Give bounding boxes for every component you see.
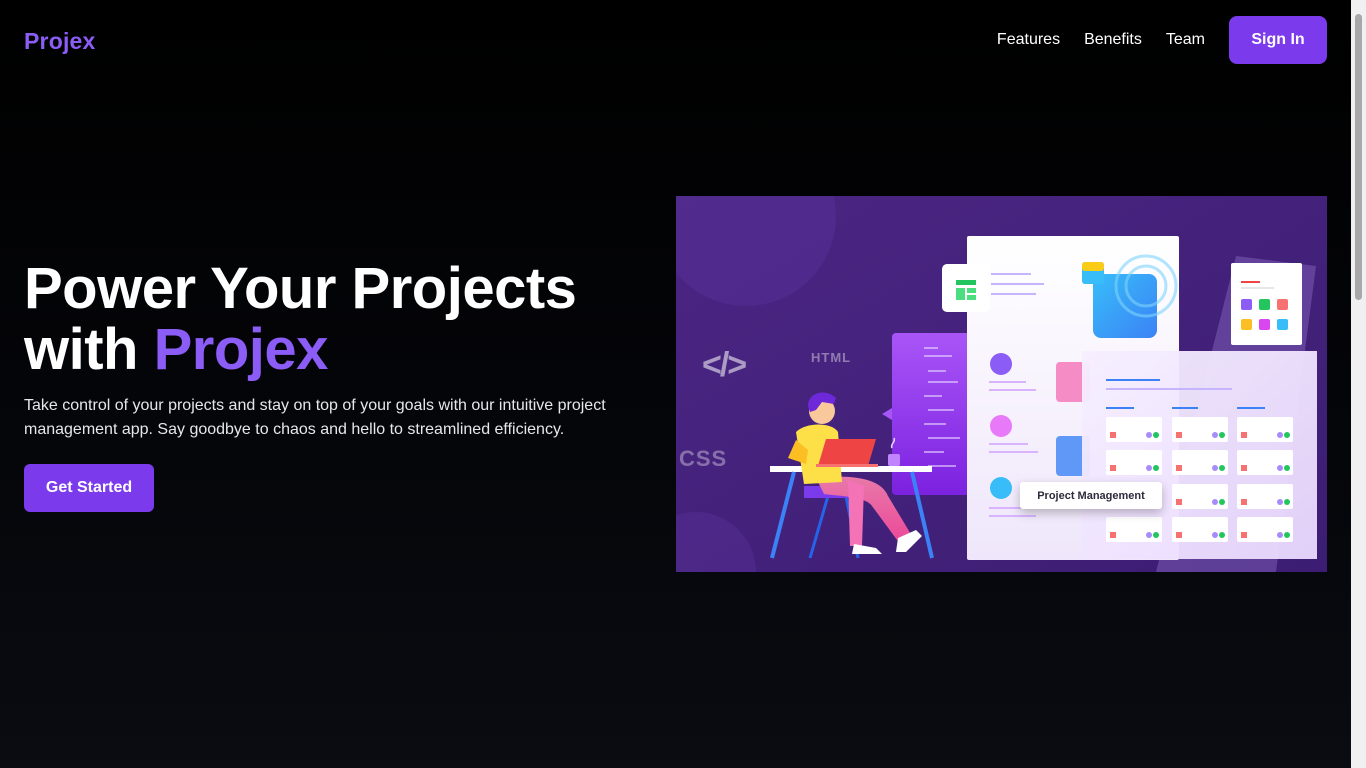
landing-page: Projex Features Benefits Team Sign In Po… — [0, 0, 1351, 768]
html-label: HTML — [811, 350, 852, 365]
project-management-badge: Project Management — [1020, 482, 1162, 509]
get-started-button[interactable]: Get Started — [24, 464, 154, 512]
scrollbar-thumb[interactable] — [1355, 14, 1362, 300]
hero-title: Power Your Projects with Projex — [24, 256, 577, 382]
top-nav: Features Benefits Team Sign In — [997, 16, 1327, 64]
css-label: CSS — [679, 446, 728, 471]
page-scrollbar[interactable] — [1351, 0, 1366, 768]
hero-title-prefix: with — [24, 317, 138, 382]
sign-in-button[interactable]: Sign In — [1229, 16, 1327, 64]
hero-title-accent: Projex — [153, 317, 329, 382]
nav-link-team[interactable]: Team — [1166, 31, 1205, 49]
nav-link-features[interactable]: Features — [997, 31, 1060, 49]
illustration-art — [676, 196, 1327, 572]
hero-title-line1: Power Your Projects — [24, 256, 577, 321]
hero-illustration: </> HTML CSS Project Management — [676, 196, 1327, 572]
nav-link-benefits[interactable]: Benefits — [1084, 31, 1142, 49]
brand-logo[interactable]: Projex — [24, 28, 96, 55]
code-brackets-icon: </> — [702, 346, 747, 384]
hero-description: Take control of your projects and stay o… — [24, 397, 606, 438]
